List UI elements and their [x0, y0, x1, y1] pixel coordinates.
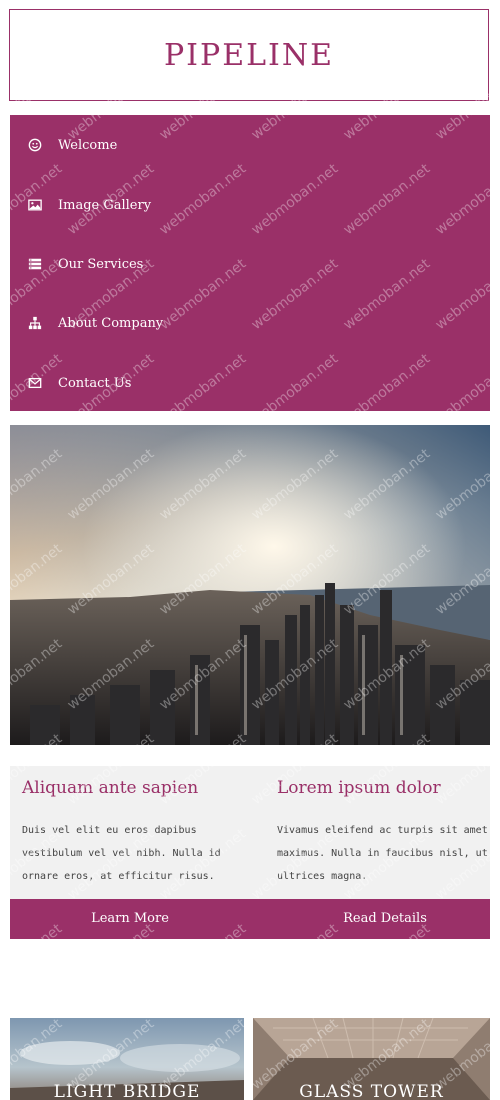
- card-text: Vivamus eleifend ac turpis sit amet maxi…: [277, 825, 488, 882]
- card-title: Aliquam ante sapien: [22, 778, 199, 798]
- feature-card: Lorem ipsum dolor Vivamus eleifend ac tu…: [265, 766, 500, 899]
- card-text: Duis vel elit eu eros dapibus vestibulum…: [22, 825, 221, 882]
- feature-card: Aliquam ante sapien Duis vel elit eu ero…: [10, 766, 250, 899]
- nav-item-our-services[interactable]: Our Services: [28, 252, 143, 276]
- hero-image: [10, 425, 490, 745]
- nav-item-contact-us[interactable]: Contact Us: [28, 371, 131, 395]
- nav-item-about-company[interactable]: About Company: [28, 311, 163, 335]
- tile-label: GLASS TOWER: [299, 1082, 444, 1100]
- learn-more-button[interactable]: Learn More: [10, 899, 250, 939]
- city-skyline-sunset: [10, 425, 490, 745]
- card-title: Lorem ipsum dolor: [277, 778, 441, 798]
- tile-label: LIGHT BRIDGE: [53, 1082, 201, 1100]
- nav-label: Welcome: [58, 137, 118, 153]
- nav-label: Our Services: [58, 256, 144, 272]
- nav-item-image-gallery[interactable]: Image Gallery: [28, 193, 151, 217]
- nav-label: About Company: [58, 315, 164, 331]
- gallery-tile-glass-tower[interactable]: GLASS TOWER: [253, 1018, 490, 1100]
- gallery-tile-light-bridge[interactable]: LIGHT BRIDGE: [10, 1018, 244, 1100]
- image-icon: [28, 199, 42, 211]
- cta-bar: Learn More Read Details: [10, 899, 490, 939]
- nav-label: Contact Us: [58, 375, 132, 391]
- site-header: PIPELINE: [9, 9, 489, 101]
- services-list-icon: [28, 258, 42, 270]
- envelope-icon: [28, 377, 42, 389]
- org-chart-icon: [28, 316, 42, 330]
- nav-item-welcome[interactable]: Welcome: [28, 133, 117, 157]
- feature-cards: Aliquam ante sapien Duis vel elit eu ero…: [10, 766, 490, 899]
- main-nav: Welcome Image Gallery Our Services About…: [10, 115, 490, 411]
- read-details-button[interactable]: Read Details: [270, 899, 500, 939]
- smile-icon: [28, 138, 42, 152]
- site-logo[interactable]: PIPELINE: [164, 38, 334, 73]
- nav-label: Image Gallery: [58, 197, 152, 213]
